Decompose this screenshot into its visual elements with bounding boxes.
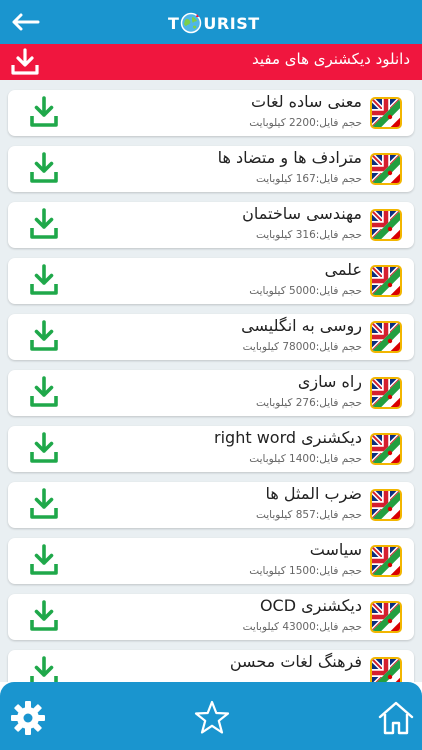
dictionary-title: روسی به انگلیسی [241,316,362,335]
file-size: حجم فایل:167 کیلوبایت [255,173,362,185]
gear-icon[interactable] [8,698,48,738]
file-size: حجم فایل:2200 کیلوبایت [249,117,362,129]
download-icon[interactable] [28,152,60,184]
back-button[interactable] [8,6,42,38]
uk-iran-flag-icon [370,657,402,682]
dictionary-title: ضرب المثل ها [265,484,362,503]
download-icon[interactable] [28,96,60,128]
dictionary-title: مترادف ها و متضاد ها [217,148,362,167]
dictionary-item[interactable]: دیکشنری OCD حجم فایل:43000 کیلوبایت [8,594,414,640]
dictionary-item[interactable]: علمی حجم فایل:5000 کیلوبایت [8,258,414,304]
download-icon[interactable] [28,432,60,464]
uk-iran-flag-icon [370,489,402,521]
banner-title: دانلود دیکشنری های مفید [251,50,410,68]
app-screen: T URIST دانلود دیکشنری های مفید معنی ساد… [0,0,422,750]
uk-iran-flag-icon [370,601,402,633]
dictionary-item[interactable]: مترادف ها و متضاد ها حجم فایل:167 کیلوبا… [8,146,414,192]
home-icon[interactable] [376,698,416,738]
dictionary-list: معنی ساده لغات حجم فایل:2200 کیلوبایت مت… [0,80,422,682]
logo-text-right: URIST [203,13,260,33]
dictionary-title: سیاست [309,540,362,559]
download-icon[interactable] [28,264,60,296]
dictionary-item[interactable]: روسی به انگلیسی حجم فایل:78000 کیلوبایت [8,314,414,360]
dictionary-title: علمی [324,260,362,279]
download-icon[interactable] [28,656,60,682]
file-size: حجم فایل:1400 کیلوبایت [249,453,362,465]
file-size: حجم فایل:276 کیلوبایت [255,397,362,409]
dictionary-item[interactable]: فرهنگ لغات محسن [8,650,414,682]
uk-iran-flag-icon [370,377,402,409]
uk-iran-flag-icon [370,153,402,185]
uk-iran-flag-icon [370,209,402,241]
dictionary-title: فرهنگ لغات محسن [229,652,362,671]
dictionary-item[interactable]: دیکشنری right word حجم فایل:1400 کیلوبای… [8,426,414,472]
dictionary-title: مهندسی ساختمان [242,204,362,223]
uk-iran-flag-icon [370,321,402,353]
top-bar: T URIST [0,0,422,44]
file-size: حجم فایل:43000 کیلوبایت [242,621,362,633]
dictionary-title: راه سازی [297,372,362,391]
app-logo: T URIST [168,10,260,36]
logo-text-left: T [168,13,180,33]
dictionary-item[interactable]: راه سازی حجم فایل:276 کیلوبایت [8,370,414,416]
dictionary-title: معنی ساده لغات [251,92,362,111]
dictionary-title: دیکشنری right word [214,428,362,447]
dictionary-item[interactable]: ضرب المثل ها حجم فایل:857 کیلوبایت [8,482,414,528]
bottom-nav [0,682,422,750]
dictionary-title: دیکشنری OCD [259,596,362,615]
file-size: حجم فایل:857 کیلوبایت [255,509,362,521]
dictionary-item[interactable]: معنی ساده لغات حجم فایل:2200 کیلوبایت [8,90,414,136]
download-icon[interactable] [28,544,60,576]
globe-icon [181,12,202,34]
uk-iran-flag-icon [370,97,402,129]
uk-iran-flag-icon [370,545,402,577]
download-icon[interactable] [28,600,60,632]
download-icon[interactable] [28,208,60,240]
arrow-left-icon [12,13,40,31]
file-size: حجم فایل:1500 کیلوبایت [249,565,362,577]
download-icon[interactable] [28,320,60,352]
file-size: حجم فایل:316 کیلوبایت [255,229,362,241]
dictionary-item[interactable]: مهندسی ساختمان حجم فایل:316 کیلوبایت [8,202,414,248]
star-icon[interactable] [192,698,232,738]
download-icon[interactable] [28,488,60,520]
dictionary-item[interactable]: سیاست حجم فایل:1500 کیلوبایت [8,538,414,584]
file-size: حجم فایل:78000 کیلوبایت [242,341,362,353]
uk-iran-flag-icon [370,433,402,465]
file-size: حجم فایل:5000 کیلوبایت [249,285,362,297]
download-icon[interactable] [10,48,40,76]
download-banner: دانلود دیکشنری های مفید [0,44,422,80]
download-icon[interactable] [28,376,60,408]
uk-iran-flag-icon [370,265,402,297]
